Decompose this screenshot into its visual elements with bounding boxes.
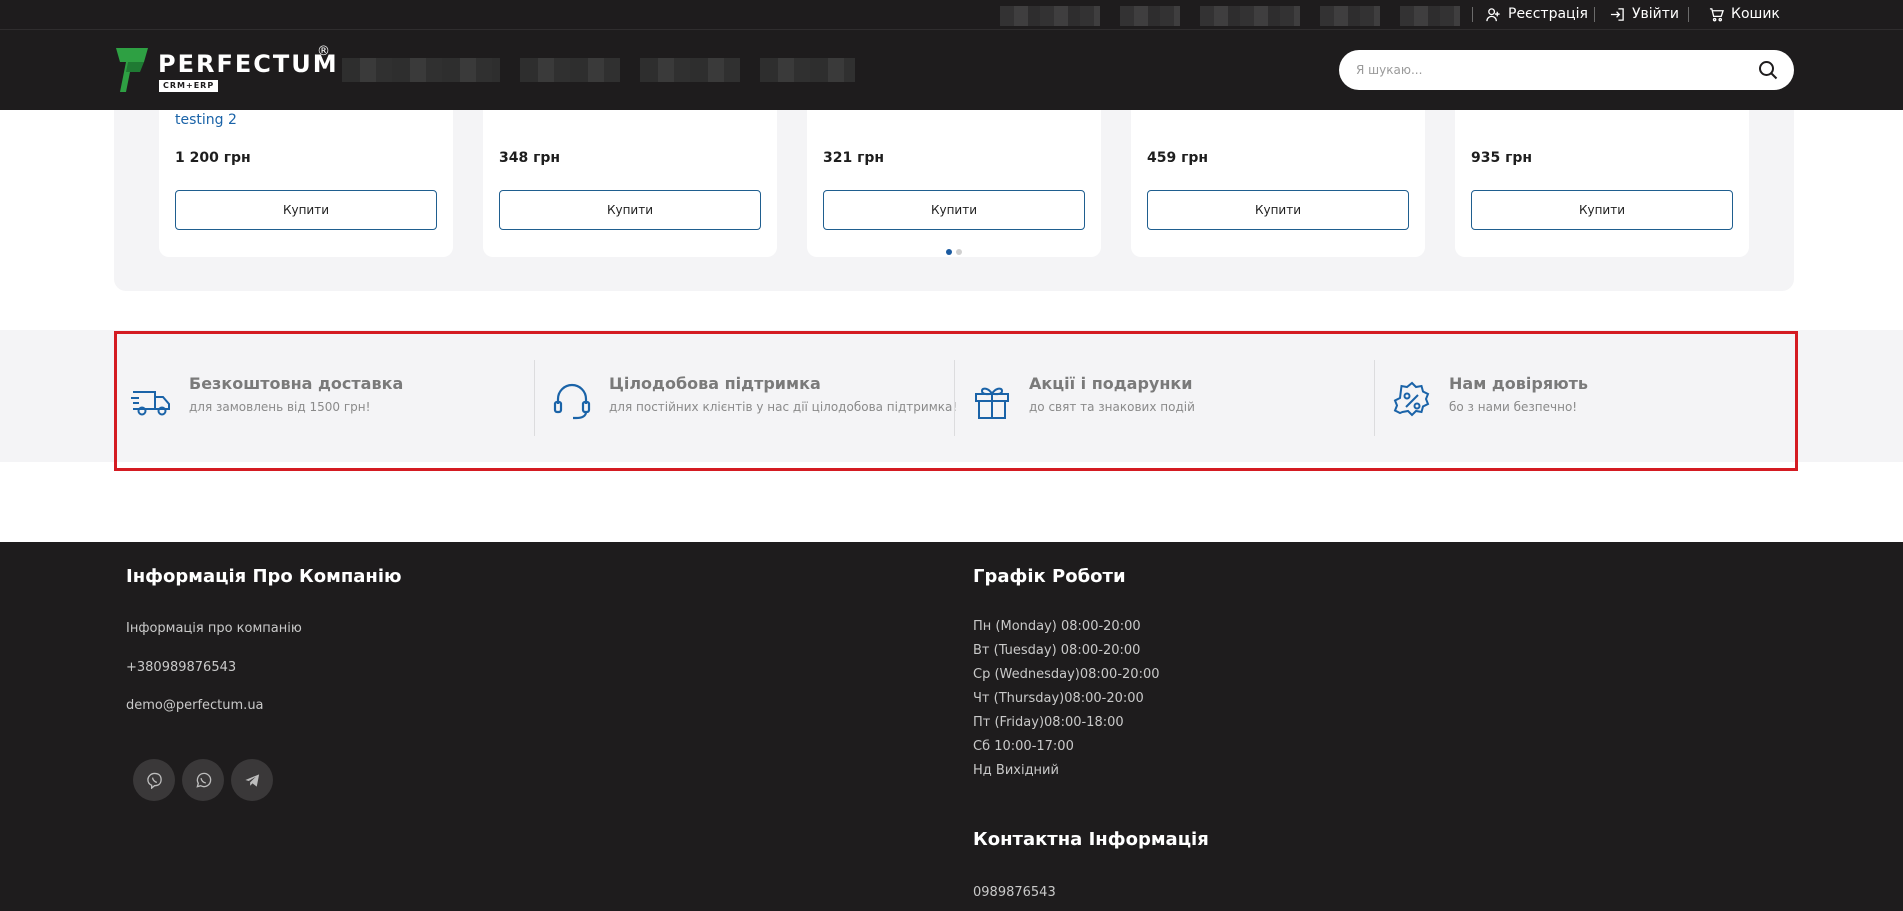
carousel-dot[interactable] [956,249,962,255]
feature-item: Цілодобова підтримка для постійних клієн… [537,360,957,438]
blurred-nav-item[interactable] [520,58,620,82]
product-title[interactable]: testing 2 [175,112,237,128]
buy-button[interactable]: Купити [1147,190,1409,230]
headset-icon [553,383,591,420]
product-price: 1 200 грн [175,150,251,166]
schedule-row: Ср (Wednesday)08:00-20:00 [973,667,1160,682]
feature-subtitle: бо з нами безпечно! [1449,400,1578,414]
divider [534,360,535,436]
contact-phone-link[interactable]: 0989876543 [973,885,1056,900]
product-price: 321 грн [823,150,885,166]
product-card: 459 грн Купити [1131,110,1425,257]
whatsapp-icon [195,772,211,788]
logo-text: PERFECTUM [158,50,339,78]
blurred-nav-item[interactable] [760,58,855,82]
schedule-row: Нд Вихідний [973,763,1059,778]
logo-subtitle: CRM+ERP [159,80,219,92]
login-icon [1610,7,1624,21]
search-icon[interactable] [1758,60,1778,80]
product-price: 935 грн [1471,150,1533,166]
blurred-top-link[interactable] [1120,6,1180,26]
feature-title: Акції і подарунки [1029,374,1193,393]
schedule-row: Чт (Thursday)08:00-20:00 [973,691,1144,706]
gift-icon [975,387,1009,419]
product-card: testing 2 1 200 грн Купити [159,110,453,257]
logo-registered-mark: ® [317,44,330,59]
top-bar: Реєстрація Увійти Кошик [0,0,1903,30]
product-card: 935 грн Купити [1455,110,1749,257]
cart-link[interactable]: Кошик [1709,0,1780,28]
company-info-heading: Інформація Про Компанію [126,566,402,587]
feature-subtitle: до свят та знакових подій [1029,400,1195,414]
product-price: 459 грн [1147,150,1209,166]
telegram-icon [244,773,259,787]
feature-item: Безкоштовна доставка для замовлень від 1… [117,360,537,438]
register-label: Реєстрація [1508,6,1588,22]
product-card: 321 грн Купити [807,110,1101,257]
logo[interactable]: PERFECTUM ® CRM+ERP [114,44,337,94]
schedule-row: Пн (Monday) 08:00-20:00 [973,619,1141,634]
login-label: Увійти [1632,6,1680,22]
feature-subtitle: для постійних клієнтів у нас дії цілодоб… [609,400,958,414]
feature-item: Нам довіряють бо з нами безпечно! [1377,360,1797,438]
footer-phone-link[interactable]: +380989876543 [126,660,236,675]
feature-title: Нам довіряють [1449,374,1589,393]
footer-link[interactable]: Інформація про компанію [126,621,302,636]
blurred-top-link[interactable] [1200,6,1300,26]
whatsapp-button[interactable] [182,759,224,801]
divider [1374,360,1375,436]
schedule-row: Пт (Friday)08:00-18:00 [973,715,1124,730]
divider [1594,7,1595,22]
footer-email-link[interactable]: demo@perfectum.ua [126,698,264,713]
carousel-pagination [946,249,962,255]
blurred-top-link[interactable] [1400,6,1460,26]
logo-mark-icon [116,48,148,92]
carousel-dot-active[interactable] [946,249,952,255]
add-user-icon [1486,7,1500,21]
buy-button[interactable]: Купити [823,190,1085,230]
schedule-row: Сб 10:00-17:00 [973,739,1074,754]
blurred-nav-item[interactable] [342,58,500,82]
product-card: 348 грн Купити [483,110,777,257]
buy-button[interactable]: Купити [175,190,437,230]
buy-button[interactable]: Купити [1471,190,1733,230]
register-link[interactable]: Реєстрація [1486,0,1588,28]
feature-title: Безкоштовна доставка [189,374,404,393]
search-bar [1339,50,1794,90]
divider [1472,7,1473,22]
percent-badge-icon [1393,381,1430,417]
search-input[interactable] [1356,63,1758,77]
buy-button[interactable]: Купити [499,190,761,230]
delivery-truck-icon [131,391,170,416]
schedule-heading: Графік Роботи [973,566,1126,587]
blurred-top-link[interactable] [1000,6,1100,26]
cart-label: Кошик [1731,6,1780,22]
divider [1688,7,1689,22]
product-carousel: testing 2 1 200 грн Купити 348 грн Купит… [114,110,1794,291]
blurred-nav-item[interactable] [640,58,740,82]
product-price: 348 грн [499,150,561,166]
contact-info-heading: Контактна Інформація [973,829,1209,850]
telegram-button[interactable] [231,759,273,801]
divider [954,360,955,436]
login-link[interactable]: Увійти [1610,0,1679,28]
viber-icon [146,772,162,789]
features-strip: Безкоштовна доставка для замовлень від 1… [114,331,1798,471]
footer: Інформація Про Компанію Інформація про к… [0,542,1903,911]
feature-title: Цілодобова підтримка [609,374,821,393]
cart-icon [1709,7,1724,21]
viber-button[interactable] [133,759,175,801]
feature-item: Акції і подарунки до свят та знакових по… [957,360,1377,438]
schedule-row: Вт (Tuesday) 08:00-20:00 [973,643,1141,658]
feature-subtitle: для замовлень від 1500 грн! [189,400,371,414]
header: PERFECTUM ® CRM+ERP [0,30,1903,110]
schedule-list: Пн (Monday) 08:00-20:00 Вт (Tuesday) 08:… [973,615,1160,783]
blurred-top-link[interactable] [1320,6,1380,26]
